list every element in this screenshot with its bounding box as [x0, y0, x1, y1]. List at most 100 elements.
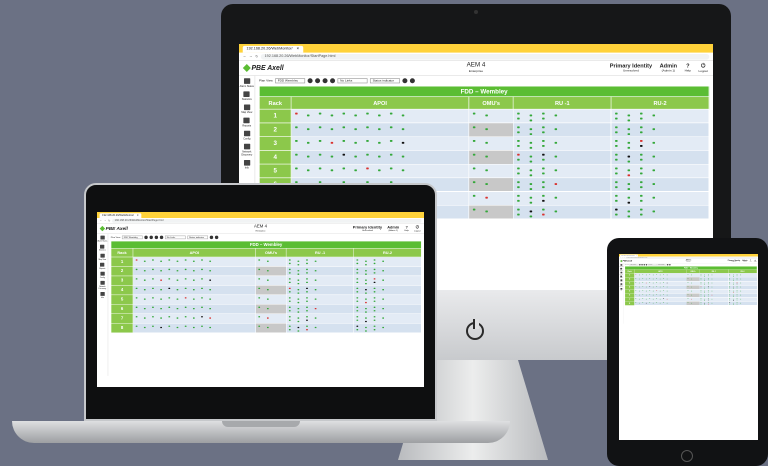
circle-icon[interactable] — [149, 235, 154, 240]
sidebar-item[interactable]: Reports — [242, 117, 251, 127]
rack-cell[interactable] — [513, 108, 612, 124]
check-icon[interactable] — [409, 78, 415, 84]
rack-cell[interactable] — [353, 256, 422, 267]
rack-cell[interactable] — [513, 122, 612, 137]
rack-row-number[interactable]: 8 — [110, 323, 134, 333]
sidebar-item[interactable]: Map View — [241, 104, 252, 114]
rack-cell[interactable] — [255, 313, 287, 324]
rack-cell[interactable] — [286, 313, 354, 324]
rack-cell[interactable] — [290, 163, 470, 179]
back-icon[interactable]: ← — [100, 219, 103, 222]
check-icon[interactable] — [214, 235, 219, 240]
sidebar-item[interactable]: Statistics — [620, 267, 623, 271]
close-icon[interactable]: ✕ — [137, 213, 139, 218]
view-select[interactable]: FDD Wembley — [275, 78, 306, 84]
sidebar-item[interactable]: Config — [100, 271, 105, 278]
rack-cell[interactable] — [286, 323, 354, 333]
sidebar-item[interactable]: Map View — [620, 271, 623, 274]
rack-row-number[interactable]: 5 — [258, 163, 292, 179]
status-select[interactable]: Status indicator — [370, 78, 401, 84]
rack-cell[interactable] — [513, 136, 612, 151]
lock-icon[interactable] — [330, 78, 336, 84]
globe-icon[interactable] — [307, 78, 313, 84]
tablet-home-button[interactable] — [681, 450, 693, 462]
rack-row-number[interactable]: 7 — [110, 313, 134, 324]
rack-cell[interactable] — [468, 108, 514, 124]
sidebar-item[interactable]: Map View — [99, 253, 106, 260]
lock-icon[interactable] — [159, 235, 164, 240]
admin-button[interactable]: Admin (Admin 1) — [387, 225, 399, 232]
rack-row-number[interactable]: 1 — [110, 256, 134, 267]
rack-cell[interactable] — [255, 275, 287, 286]
check-icon[interactable] — [669, 264, 671, 266]
sidebar-item[interactable]: Alarm Status — [240, 78, 254, 88]
rack-row-number[interactable]: 3 — [258, 136, 292, 151]
rack-cell[interactable] — [255, 285, 287, 296]
rack-cell[interactable] — [468, 204, 514, 220]
forward-icon[interactable]: → — [249, 55, 253, 59]
rack-cell[interactable] — [513, 163, 612, 179]
sidebar-item[interactable]: Info — [243, 160, 250, 169]
sidebar-item[interactable]: Reports — [99, 262, 105, 269]
logout-button[interactable]: ⏻ Logout — [698, 63, 708, 74]
rack-cell[interactable] — [610, 163, 710, 179]
rack-cell[interactable] — [513, 150, 612, 165]
browser-tab[interactable]: 192.168.20.26/WebMonitor/✕ — [99, 213, 142, 219]
help-button[interactable]: ? Help — [750, 259, 752, 262]
admin-button[interactable]: Admin (Admin 1) — [742, 259, 747, 262]
tag-icon[interactable] — [402, 78, 408, 84]
globe-icon[interactable] — [144, 235, 148, 240]
rack-cell[interactable] — [290, 108, 470, 124]
sidebar-item[interactable]: Statistics — [242, 91, 252, 101]
link-icon[interactable] — [322, 78, 328, 84]
link-icon[interactable] — [154, 235, 159, 240]
reload-icon[interactable]: ↻ — [255, 54, 258, 59]
rack-cell[interactable] — [286, 294, 354, 305]
rack-row-number[interactable]: 2 — [110, 266, 134, 277]
rack-cell[interactable] — [132, 323, 256, 333]
tag-icon[interactable] — [209, 235, 214, 240]
rack-cell[interactable] — [468, 136, 514, 151]
rack-row-number[interactable]: 4 — [110, 285, 134, 296]
rack-cell[interactable] — [255, 304, 287, 314]
rack-cell[interactable] — [468, 177, 514, 192]
rack-cell[interactable] — [353, 275, 422, 286]
rack-row-number[interactable]: 2 — [258, 122, 292, 137]
reload-icon[interactable]: ↻ — [108, 219, 110, 223]
links-select[interactable]: No Links — [337, 78, 368, 84]
sidebar-item[interactable]: Info — [620, 288, 623, 291]
rack-cell[interactable] — [353, 266, 422, 277]
rack-cell[interactable] — [290, 122, 470, 137]
rack-cell[interactable] — [610, 136, 710, 151]
rack-cell[interactable] — [353, 294, 422, 305]
url-field[interactable]: 192.168.20.26/WebMonitor/StartPage.html — [112, 218, 422, 223]
rack-cell[interactable] — [132, 313, 256, 324]
rack-cell[interactable] — [610, 204, 710, 220]
rack-cell[interactable] — [255, 323, 287, 333]
close-icon[interactable]: ✕ — [296, 46, 299, 53]
rack-row-number[interactable]: 1 — [258, 108, 292, 124]
sidebar-item[interactable]: Network Discovery — [239, 143, 255, 156]
rack-cell[interactable] — [290, 136, 470, 151]
rack-row-number[interactable]: 4 — [258, 150, 292, 165]
rack-cell[interactable] — [610, 191, 710, 206]
links-select[interactable]: No Links — [165, 235, 186, 240]
rack-cell[interactable] — [468, 191, 514, 206]
rack-cell[interactable] — [132, 256, 256, 267]
rack-row-number[interactable]: 3 — [110, 275, 134, 286]
rack-cell[interactable] — [286, 304, 354, 314]
rack-cell[interactable] — [353, 313, 422, 324]
rack-cell[interactable] — [286, 266, 354, 277]
rack-cell[interactable] — [468, 150, 514, 165]
rack-cell[interactable] — [132, 275, 256, 286]
links-select[interactable]: No Links — [647, 264, 657, 266]
rack-cell[interactable] — [132, 304, 256, 314]
rack-cell[interactable] — [610, 150, 710, 165]
status-select[interactable]: Status indicator — [657, 264, 667, 266]
circle-icon[interactable] — [315, 78, 321, 84]
rack-cell[interactable] — [353, 323, 422, 333]
rack-cell[interactable] — [634, 301, 687, 306]
browser-tab[interactable]: 192.168.20.26/WebMonitor/✕ — [242, 45, 304, 53]
rack-cell[interactable] — [132, 294, 256, 305]
sidebar-item[interactable]: Config — [620, 279, 622, 282]
